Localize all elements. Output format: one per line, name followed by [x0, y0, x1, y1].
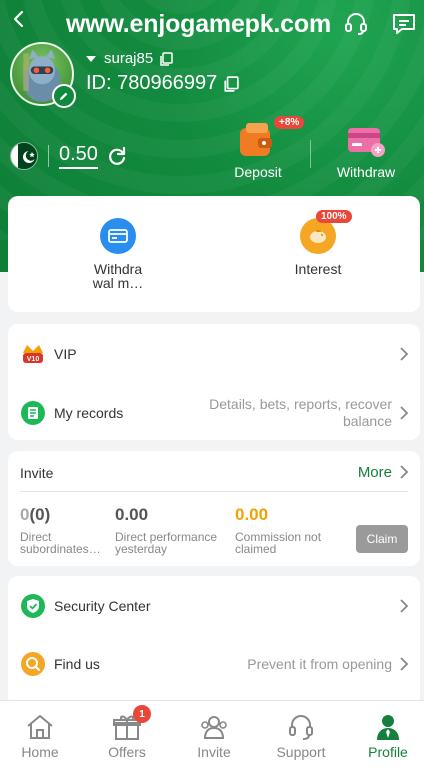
invite-more-link[interactable]: More	[358, 464, 392, 481]
find-us-row[interactable]: Find us Prevent it from opening	[8, 650, 420, 678]
person-icon	[377, 715, 399, 740]
records-hint-line2: balance	[342, 413, 392, 429]
withdraw-card-icon	[344, 120, 388, 160]
find-us-hint: Prevent it from opening	[247, 655, 392, 672]
my-records-label: My records	[54, 405, 124, 421]
interest-button[interactable]: 100% Interest	[258, 210, 378, 277]
stat-label-line: yesterday	[115, 542, 168, 556]
direct-subordinates-stat: 0(0) Direct subordinates…	[20, 505, 101, 555]
security-center-label: Security Center	[54, 598, 151, 614]
divider	[310, 140, 311, 168]
tab-home[interactable]: Home	[5, 713, 75, 760]
direct-subordinates-value: 0(0)	[20, 505, 101, 525]
piggy-bank-icon: 100%	[300, 210, 352, 254]
tab-support-label: Support	[276, 744, 326, 760]
tab-support[interactable]: Support	[266, 713, 336, 760]
stat-label-line: subordinates…	[20, 542, 101, 556]
commission-value: 0.00	[235, 505, 269, 524]
tab-invite-label: Invite	[197, 744, 231, 760]
records-hint-line1: Details, bets, reports, recover	[209, 396, 392, 412]
headset-support-icon[interactable]	[342, 10, 370, 38]
divider	[20, 491, 408, 492]
direct-performance-stat: 0.00 Direct performance yesterday	[115, 505, 217, 555]
direct-subordinates-label: Direct subordinates…	[20, 531, 101, 555]
tab-profile-label: Profile	[368, 744, 408, 760]
pakistan-flag-icon	[10, 142, 38, 170]
vip-row[interactable]: V10 VIP	[8, 340, 420, 368]
user-id: ID: 780966997	[86, 72, 218, 94]
dropdown-triangle-icon[interactable]	[86, 55, 96, 62]
deposit-wallet-icon: +8%	[236, 116, 305, 160]
misc-card: Security Center Find us Prevent it from …	[8, 576, 420, 706]
invite-more-label: More	[357, 464, 392, 481]
chevron-right-icon	[400, 657, 409, 671]
message-icon[interactable]	[390, 10, 418, 38]
chevron-right-icon[interactable]	[398, 464, 410, 480]
stat-label-line: claimed	[235, 542, 277, 556]
records-icon	[21, 401, 45, 425]
headset-icon	[289, 715, 313, 740]
my-records-hint: Details, bets, reports, recover balance	[209, 396, 392, 430]
withdrawal-label-line2: wal m…	[92, 275, 144, 291]
offers-count-badge: 1	[133, 705, 151, 723]
deposit-button[interactable]: +8% Deposit	[218, 116, 305, 180]
withdraw-label: Withdraw	[336, 164, 396, 180]
security-center-row[interactable]: Security Center	[8, 592, 420, 620]
users-icon	[201, 716, 227, 739]
invite-title: Invite	[20, 465, 54, 481]
divider	[48, 145, 49, 167]
vip-crown-icon: V10	[23, 345, 43, 363]
find-us-label: Find us	[54, 656, 100, 672]
subordinates-count-new: (0)	[29, 505, 51, 524]
claim-button[interactable]: Claim	[356, 525, 408, 553]
home-icon	[27, 715, 53, 739]
direct-performance-value: 0.00	[115, 505, 149, 524]
withdrawal-card-icon	[100, 218, 136, 254]
back-arrow-icon[interactable]	[6, 6, 34, 34]
shield-icon	[21, 594, 45, 618]
bottom-tab-bar: Home 1 Offers Invite Support Profile	[0, 700, 424, 770]
refresh-balance-icon[interactable]	[106, 145, 128, 167]
site-title: www.enjogamepk.com	[66, 10, 331, 38]
withdraw-button[interactable]: Withdraw	[326, 120, 406, 180]
username: suraj85	[104, 50, 154, 67]
tab-offers[interactable]: 1 Offers	[92, 705, 162, 760]
vip-label: VIP	[54, 346, 77, 362]
deposit-label: Deposit	[234, 164, 282, 180]
user-id-row: ID: 780966997	[86, 72, 239, 95]
menu-card: V10 VIP My records Details, bets, report…	[8, 324, 420, 440]
withdrawal-method-button[interactable]: Withdra wal m…	[58, 218, 178, 290]
withdrawal-label-line1: Withdra	[93, 261, 143, 277]
chevron-right-icon	[400, 599, 409, 613]
balance-row: 0.50	[10, 142, 128, 170]
tab-home-label: Home	[21, 744, 59, 760]
username-row: suraj85	[86, 50, 173, 67]
edit-avatar-icon[interactable]	[52, 84, 76, 108]
tab-profile[interactable]: Profile	[353, 713, 423, 760]
quick-actions-card: Withdra wal m… 100% Interest	[8, 196, 420, 312]
copy-id-icon[interactable]	[223, 75, 239, 92]
interest-badge: 100%	[316, 210, 352, 223]
tab-offers-label: Offers	[108, 744, 146, 760]
gift-icon: 1	[111, 705, 151, 741]
copy-username-icon[interactable]	[159, 51, 173, 66]
find-us-icon	[21, 652, 45, 676]
chevron-right-icon	[400, 347, 409, 361]
my-records-row[interactable]: My records Details, bets, reports, recov…	[8, 396, 420, 430]
deposit-bonus-badge: +8%	[274, 116, 305, 129]
commission-stat: 0.00 Commission not claimed	[235, 505, 321, 555]
direct-performance-label: Direct performance yesterday	[115, 531, 217, 555]
invite-card: Invite More 0(0) Direct subordinates… 0.…	[8, 451, 420, 566]
vip-level-badge: V10	[27, 356, 40, 363]
commission-label: Commission not claimed	[235, 531, 321, 555]
tab-invite[interactable]: Invite	[179, 713, 249, 760]
withdrawal-method-label: Withdra wal m…	[93, 262, 144, 290]
wallet-balance: 0.50	[59, 143, 98, 169]
avatar[interactable]	[10, 42, 76, 108]
chevron-right-icon	[400, 406, 409, 420]
interest-label: Interest	[294, 261, 342, 277]
